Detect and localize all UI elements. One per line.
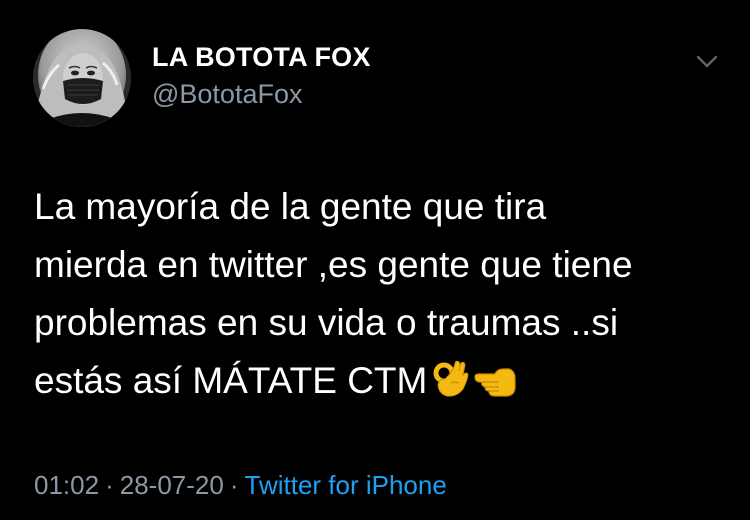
tweet-text-line: estás así MÁTATE CTM [34, 360, 428, 401]
backhand-index-pointing-left-icon [473, 358, 517, 416]
avatar[interactable] [33, 29, 131, 127]
avatar-image [33, 29, 131, 127]
tweet-card: LA BOTOTA FOX @BototaFox La mayoría de l… [0, 0, 750, 520]
tweet-text: La mayoría de la gente que tira mierda e… [34, 178, 724, 416]
tweet-text-line: problemas en su vida o traumas ..si [34, 302, 619, 343]
tweet-date[interactable]: 28-07-20 [120, 470, 224, 500]
meta-separator: · [105, 470, 114, 500]
author-handle[interactable]: @BototaFox [152, 79, 302, 110]
ok-hand-icon [431, 358, 469, 416]
tweet-text-line-with-emoji: estás así MÁTATE CTM [34, 352, 724, 416]
tweet-time[interactable]: 01:02 [34, 470, 99, 500]
chevron-down-icon[interactable] [692, 46, 722, 76]
author-display-name[interactable]: LA BOTOTA FOX [152, 42, 371, 73]
tweet-text-line: La mayoría de la gente que tira [34, 186, 547, 227]
tweet-meta: 01:02 · 28-07-20 · Twitter for iPhone [34, 470, 447, 501]
meta-separator: · [229, 470, 239, 500]
tweet-source-link[interactable]: Twitter for iPhone [245, 470, 447, 500]
tweet-text-line: mierda en twitter ,es gente que tiene [34, 244, 633, 285]
